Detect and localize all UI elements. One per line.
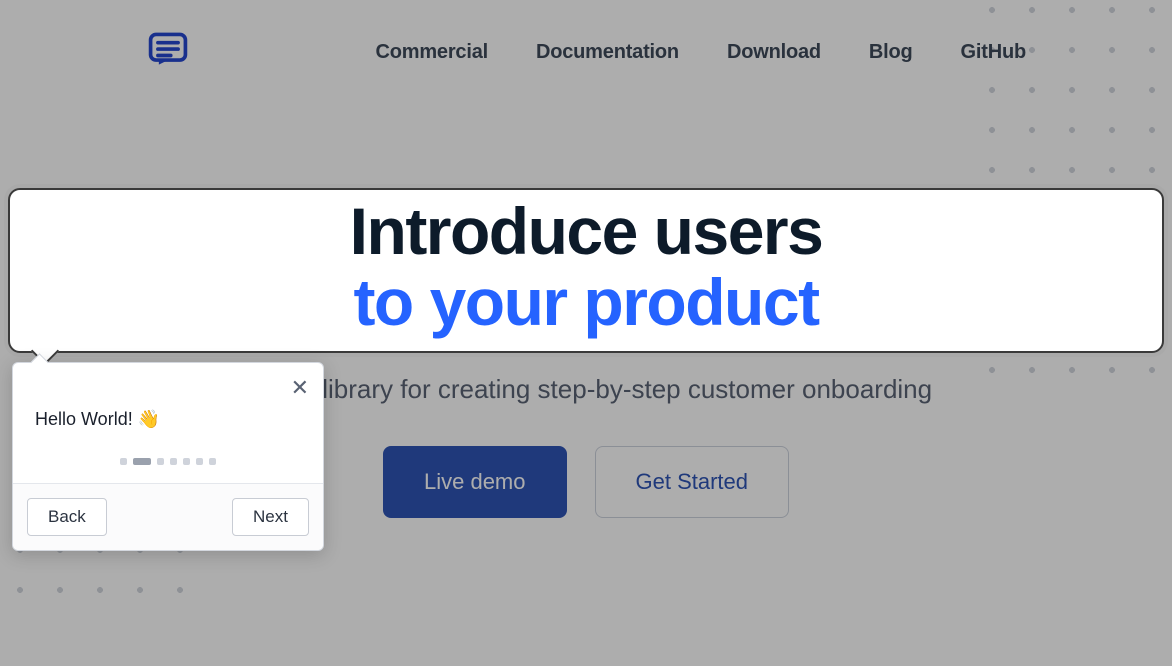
tour-tooltip: ✕ Hello World! 👋 Back Next: [12, 362, 324, 551]
tooltip-text: Hello World! 👋: [13, 363, 323, 448]
step-dot-active: [133, 458, 151, 465]
live-demo-button[interactable]: Live demo: [383, 446, 567, 518]
nav-download[interactable]: Download: [727, 41, 821, 64]
step-dot: [170, 458, 177, 465]
tooltip-footer: Back Next: [13, 483, 323, 550]
step-dot: [183, 458, 190, 465]
top-nav: Commercial Documentation Download Blog G…: [106, 0, 1066, 87]
step-indicator: [13, 448, 323, 483]
nav-github[interactable]: GitHub: [961, 41, 1026, 64]
next-button[interactable]: Next: [232, 498, 309, 536]
step-dot: [196, 458, 203, 465]
nav-blog[interactable]: Blog: [869, 41, 913, 64]
back-button[interactable]: Back: [27, 498, 107, 536]
step-dot: [120, 458, 127, 465]
nav-documentation[interactable]: Documentation: [536, 41, 679, 64]
get-started-button[interactable]: Get Started: [595, 446, 790, 518]
step-dot: [157, 458, 164, 465]
logo-icon[interactable]: [146, 28, 190, 77]
close-icon[interactable]: ✕: [291, 377, 309, 399]
hero-title-line1: Introduce users: [350, 194, 823, 268]
step-dot: [209, 458, 216, 465]
hero-title-line2: to your product: [353, 265, 818, 339]
nav-links: Commercial Documentation Download Blog G…: [375, 41, 1026, 64]
tour-highlight-hero: Introduce users to your product: [8, 188, 1164, 353]
nav-commercial[interactable]: Commercial: [375, 41, 488, 64]
